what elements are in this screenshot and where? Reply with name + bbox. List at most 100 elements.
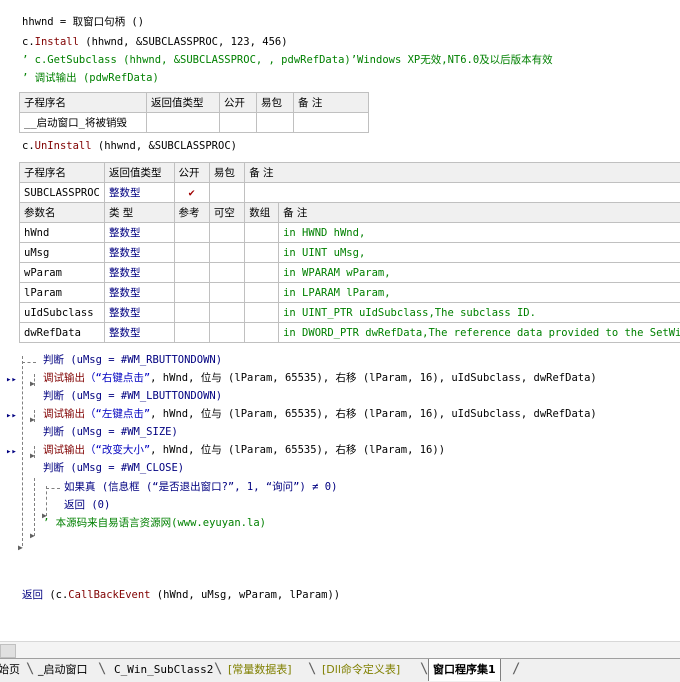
param-row[interactable]: lParam 整数型 in LPARAM lParam, [20,283,680,303]
param-ref[interactable] [174,283,209,303]
public-check-icon[interactable]: ✔ [174,183,209,203]
object-ref: c. [22,36,35,48]
param-name[interactable]: dwRefData [20,323,105,343]
breakpoint-arrow-icon[interactable]: ▸▸ [6,447,16,457]
method-callbackevent: CallBackEvent [68,589,150,601]
param-row[interactable]: wParam 整数型 in WPARAM wParam, [20,263,680,283]
subroutine-name-cell[interactable]: SUBCLASSPROC [20,183,105,203]
easy-pack-cell[interactable] [209,183,244,203]
col-header-return-type: 返回值类型 [104,163,174,183]
code-line-debug-lbutton[interactable]: 调试输出（“左键点击”, hWnd, 位与 (lParam, 65535), 右… [43,406,597,422]
param-type[interactable]: 整数型 [104,243,174,263]
function-name: 调试输出 [43,408,85,420]
param-nullable[interactable] [209,223,244,243]
param-header-remark: 备 注 [279,203,680,223]
param-type[interactable]: 整数型 [104,263,174,283]
param-nullable[interactable] [209,283,244,303]
tab-window-program-set[interactable]: 窗口程序集1 [428,659,501,681]
param-array[interactable] [245,243,279,263]
param-nullable[interactable] [209,303,244,323]
param-type[interactable]: 整数型 [104,303,174,323]
remark-cell[interactable] [245,183,680,203]
code-line-get-handle[interactable]: hhwnd = 取窗口句柄 () [22,14,144,30]
code-line-uninstall[interactable]: c.UnInstall (hhwnd, &SUBCLASSPROC) [22,138,237,154]
param-array[interactable] [245,323,279,343]
param-row[interactable]: hWnd 整数型 in HWND hWnd, [20,223,680,243]
flow-guide-h [22,362,36,363]
param-array[interactable] [245,303,279,323]
param-name[interactable]: wParam [20,263,105,283]
param-row[interactable]: uIdSubclass 整数型 in UINT_PTR uIdSubclass,… [20,303,680,323]
col-header-public: 公开 [174,163,209,183]
param-type[interactable]: 整数型 [104,223,174,243]
param-array[interactable] [245,223,279,243]
code-line-comment-getsubclass[interactable]: ’ c.GetSubclass (hhwnd, &SUBCLASSPROC, ,… [22,52,553,68]
param-ref[interactable] [174,263,209,283]
function-name: 调试输出 [43,444,85,456]
param-array[interactable] [245,263,279,283]
param-remark[interactable]: in HWND hWnd, [279,223,680,243]
param-type[interactable]: 整数型 [104,283,174,303]
param-name[interactable]: uIdSubclass [20,303,105,323]
param-remark[interactable]: in DWORD_PTR dwRefData,The reference dat… [279,323,680,343]
args: , hWnd, 位与 (lParam, 65535), 右移 (lParam, … [150,408,597,420]
param-nullable[interactable] [209,323,244,343]
param-header-ref: 参考 [174,203,209,223]
method-uninstall: UnInstall [35,140,92,152]
horizontal-scrollbar[interactable] [0,641,680,658]
code-line-comment-debug[interactable]: ’ 调试输出 (pdwRefData) [22,70,159,86]
col-header-easy-pack: 易包 [209,163,244,183]
flow-arrow-icon: ▶ [30,532,35,540]
param-row[interactable]: dwRefData 整数型 in DWORD_PTR dwRefData,The… [20,323,680,343]
return-type-cell[interactable] [147,113,220,133]
easy-pack-cell[interactable] [257,113,294,133]
object-ref: (c. [43,589,68,601]
param-row[interactable]: uMsg 整数型 in UINT uMsg, [20,243,680,263]
code-line-debug-rbutton[interactable]: 调试输出（“右键点击”, hWnd, 位与 (lParam, 65535), 右… [43,370,597,386]
param-type[interactable]: 整数型 [104,323,174,343]
param-nullable[interactable] [209,263,244,283]
col-header-name: 子程序名 [20,163,105,183]
flow-arrow-icon: ▶ [30,452,35,460]
code-line-branch-close[interactable]: 判断 (uMsg = #WM_CLOSE) [43,460,184,476]
param-remark[interactable]: in UINT_PTR uIdSubclass,The subclass ID. [279,303,680,323]
param-remark[interactable]: in LPARAM lParam, [279,283,680,303]
param-name[interactable]: lParam [20,283,105,303]
param-ref[interactable] [174,243,209,263]
args: (hWnd, uMsg, wParam, lParam)) [150,589,340,601]
tab-separator: / [512,661,520,677]
scrollbar-thumb[interactable] [0,644,16,658]
param-array[interactable] [245,283,279,303]
tab-dll-commands[interactable]: [Dll命令定义表] [318,659,404,681]
breakpoint-arrow-icon[interactable]: ▸▸ [6,411,16,421]
tab-constants[interactable]: [常量数据表] [224,659,296,681]
remark-cell[interactable] [294,113,369,133]
param-nullable[interactable] [209,243,244,263]
args: , hWnd, 位与 (lParam, 65535), 右移 (lParam, … [150,372,597,384]
tab-startup-window[interactable]: _启动窗口 [34,659,92,681]
param-ref[interactable] [174,223,209,243]
param-name[interactable]: uMsg [20,243,105,263]
code-line-debug-size[interactable]: 调试输出（“改变大小”, hWnd, 位与 (lParam, 65535), 右… [43,442,445,458]
breakpoint-arrow-icon[interactable]: ▸▸ [6,375,16,385]
code-line-branch-lbutton[interactable]: 判断 (uMsg = #WM_LBUTTONDOWN) [43,388,222,404]
col-header-remark: 备 注 [294,93,369,113]
tab-start-page[interactable]: 始页 [0,659,24,681]
code-line-branch-size[interactable]: 判断 (uMsg = #WM_SIZE) [43,424,178,440]
param-ref[interactable] [174,303,209,323]
code-line-if-msgbox[interactable]: 如果真 (信息框 (“是否退出窗口?”, 1, “询问”) ≠ 0) [64,479,337,495]
code-line-source-comment[interactable]: ’ 本源码来自易语言资源网(www.eyuyan.la) [43,515,266,531]
param-header-array: 数组 [245,203,279,223]
return-type-cell[interactable]: 整数型 [104,183,174,203]
code-line-return-zero[interactable]: 返回 (0) [64,497,110,513]
param-ref[interactable] [174,323,209,343]
tab-class-subclass2[interactable]: C_Win_SubClass2 [110,659,217,681]
code-line-branch-rbutton[interactable]: 判断 (uMsg = #WM_RBUTTONDOWN) [43,352,222,368]
code-line-final-return[interactable]: 返回 (c.CallBackEvent (hWnd, uMsg, wParam,… [22,587,340,603]
param-remark[interactable]: in UINT uMsg, [279,243,680,263]
param-name[interactable]: hWnd [20,223,105,243]
public-cell[interactable] [220,113,257,133]
code-line-install[interactable]: c.Install (hhwnd, &SUBCLASSPROC, 123, 45… [22,34,288,50]
param-remark[interactable]: in WPARAM wParam, [279,263,680,283]
subroutine-name-cell[interactable]: __启动窗口_将被销毁 [20,113,147,133]
